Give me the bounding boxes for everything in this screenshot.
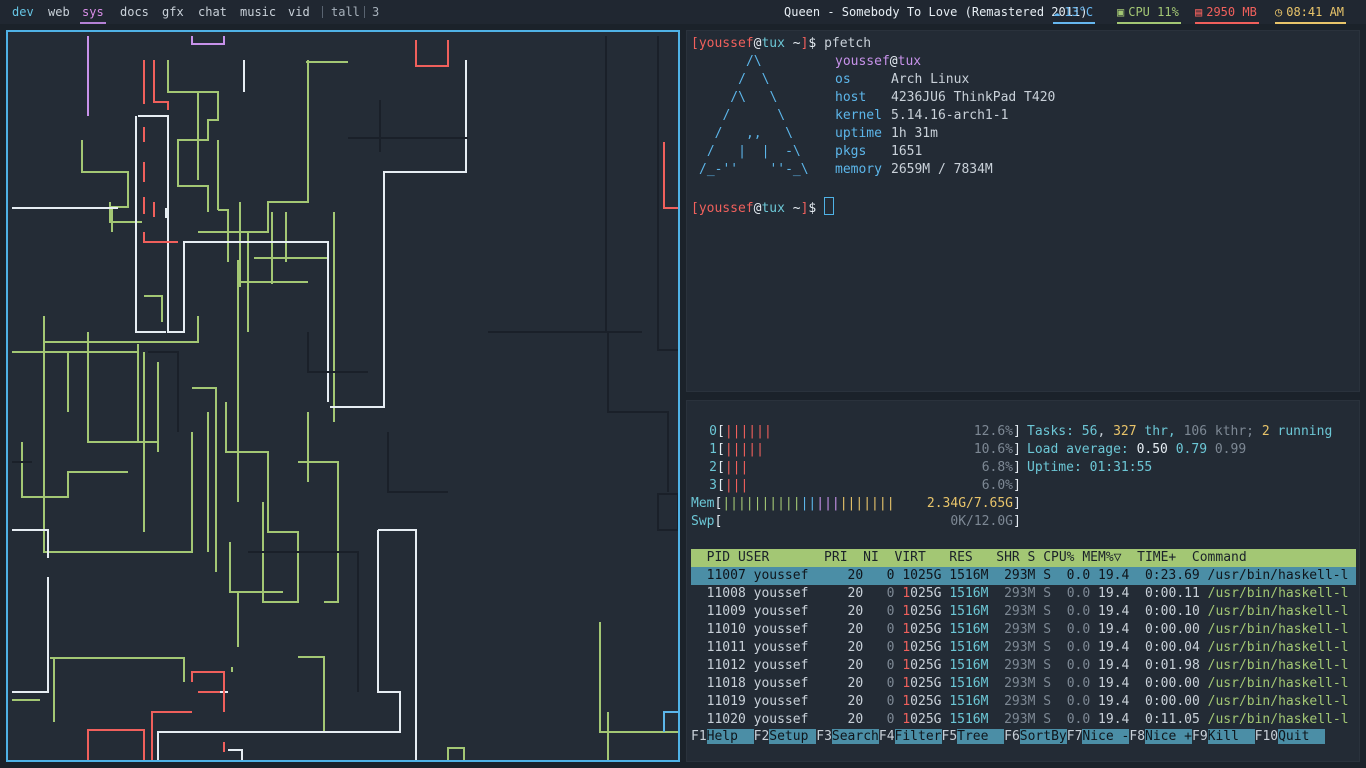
- htop-window[interactable]: 0[|||||| 12.6%] 1[||||| 10.6%] 2[||| 6.8%] …: [686, 400, 1360, 762]
- fkey-f1[interactable]: F1: [691, 729, 707, 744]
- process-row[interactable]: 11011 youssef 20 0 1025G 1516M 293M S 0.…: [691, 639, 1349, 657]
- fkey-f3[interactable]: F3: [816, 729, 832, 744]
- process-row[interactable]: 11019 youssef 20 0 1025G 1516M 293M S 0.…: [691, 693, 1349, 711]
- fkey-label[interactable]: Kill: [1207, 729, 1255, 744]
- fkey-f7[interactable]: F7: [1067, 729, 1083, 744]
- bar-separator: [322, 6, 323, 18]
- swap-meter: Swp[0K/12.0G]: [691, 514, 1021, 529]
- terminal-cursor: [824, 197, 835, 215]
- process-row[interactable]: 11007 youssef 20 0 1025G 1516M 293M S 0.…: [691, 567, 1356, 585]
- process-row[interactable]: 11012 youssef 20 0 1025G 1516M 293M S 0.…: [691, 657, 1349, 675]
- fkey-label[interactable]: Search: [831, 729, 879, 744]
- mem-meter: Mem[|||||||||||||||||||||| 2.34G/7.65G]: [691, 496, 1021, 511]
- status-bar: dev web sys docs gfx chat music vid tall…: [0, 0, 1366, 24]
- function-key-bar: F1Help F2Setup F3SearchF4FilterF5Tree F6…: [691, 728, 1326, 746]
- fkey-f4[interactable]: F4: [879, 729, 895, 744]
- pipes-window[interactable]: [6, 30, 680, 762]
- layout-indicator[interactable]: tall: [331, 0, 360, 24]
- terminal-window[interactable]: [youssef@tux ~]$ pfetch /\ / \ /\ \ / \ …: [686, 30, 1360, 392]
- fkey-label[interactable]: Tree: [957, 729, 1005, 744]
- fkey-label[interactable]: Quit: [1278, 729, 1326, 744]
- fkey-f6[interactable]: F6: [1004, 729, 1020, 744]
- process-row[interactable]: 11010 youssef 20 0 1025G 1516M 293M S 0.…: [691, 621, 1349, 639]
- pipes-art: [12, 36, 678, 760]
- weather-module: ☁ 13°C: [1053, 0, 1096, 24]
- workspace-vid[interactable]: vid: [288, 0, 310, 24]
- workspace-chat[interactable]: chat: [198, 0, 227, 24]
- workspace-web[interactable]: web: [48, 0, 70, 24]
- process-row[interactable]: 11009 youssef 20 0 1025G 1516M 293M S 0.…: [691, 603, 1349, 621]
- fkey-f9[interactable]: F9: [1192, 729, 1208, 744]
- cpu-value: CPU 11%: [1128, 5, 1179, 19]
- fkey-f8[interactable]: F8: [1129, 729, 1145, 744]
- chip-icon: ▣: [1117, 5, 1125, 19]
- fkey-label[interactable]: Filter: [894, 729, 942, 744]
- fkey-label[interactable]: SortBy: [1019, 729, 1067, 744]
- workspace-docs[interactable]: docs: [120, 0, 149, 24]
- fkey-f5[interactable]: F5: [942, 729, 958, 744]
- prompt-line: [youssef@tux ~]$ pfetch: [691, 36, 872, 51]
- workspace-music[interactable]: music: [240, 0, 276, 24]
- clock-icon: ◷: [1275, 5, 1283, 19]
- clock-value: 08:41 AM: [1286, 5, 1345, 19]
- process-row[interactable]: 11008 youssef 20 0 1025G 1516M 293M S 0.…: [691, 585, 1349, 603]
- fkey-label[interactable]: Setup: [769, 729, 817, 744]
- fkey-label[interactable]: Nice -: [1082, 729, 1130, 744]
- process-table-header[interactable]: PID USER PRI NI VIRT RES SHR S CPU% MEM%…: [691, 549, 1356, 567]
- memory-value: 2950 MB: [1206, 5, 1257, 19]
- prompt-line-active[interactable]: [youssef@tux ~]$: [691, 197, 835, 216]
- workspace-gfx[interactable]: gfx: [162, 0, 184, 24]
- command-text: pfetch: [824, 36, 872, 51]
- weather-value: 13°C: [1064, 5, 1094, 19]
- bar-separator: [364, 6, 365, 18]
- fkey-f10[interactable]: F10: [1255, 729, 1278, 744]
- workspace-sys[interactable]: sys: [80, 0, 106, 24]
- memory-module: ▤ 2950 MB: [1195, 0, 1259, 24]
- process-row[interactable]: 11020 youssef 20 0 1025G 1516M 293M S 0.…: [691, 711, 1349, 729]
- cpu-module: ▣ CPU 11%: [1117, 0, 1181, 24]
- fkey-label[interactable]: Help: [706, 729, 754, 744]
- clock-module: ◷ 08:41 AM: [1275, 0, 1347, 24]
- now-playing[interactable]: Queen - Somebody To Love (Remastered 201…: [784, 0, 1087, 22]
- workspace-dev[interactable]: dev: [12, 0, 34, 24]
- process-row[interactable]: 11018 youssef 20 0 1025G 1516M 293M S 0.…: [691, 675, 1349, 693]
- ram-icon: ▤: [1195, 5, 1203, 19]
- window-count: 3: [372, 5, 380, 19]
- fkey-label[interactable]: Nice +: [1145, 729, 1192, 744]
- cloud-icon: ☁: [1053, 5, 1061, 19]
- fkey-f2[interactable]: F2: [754, 729, 770, 744]
